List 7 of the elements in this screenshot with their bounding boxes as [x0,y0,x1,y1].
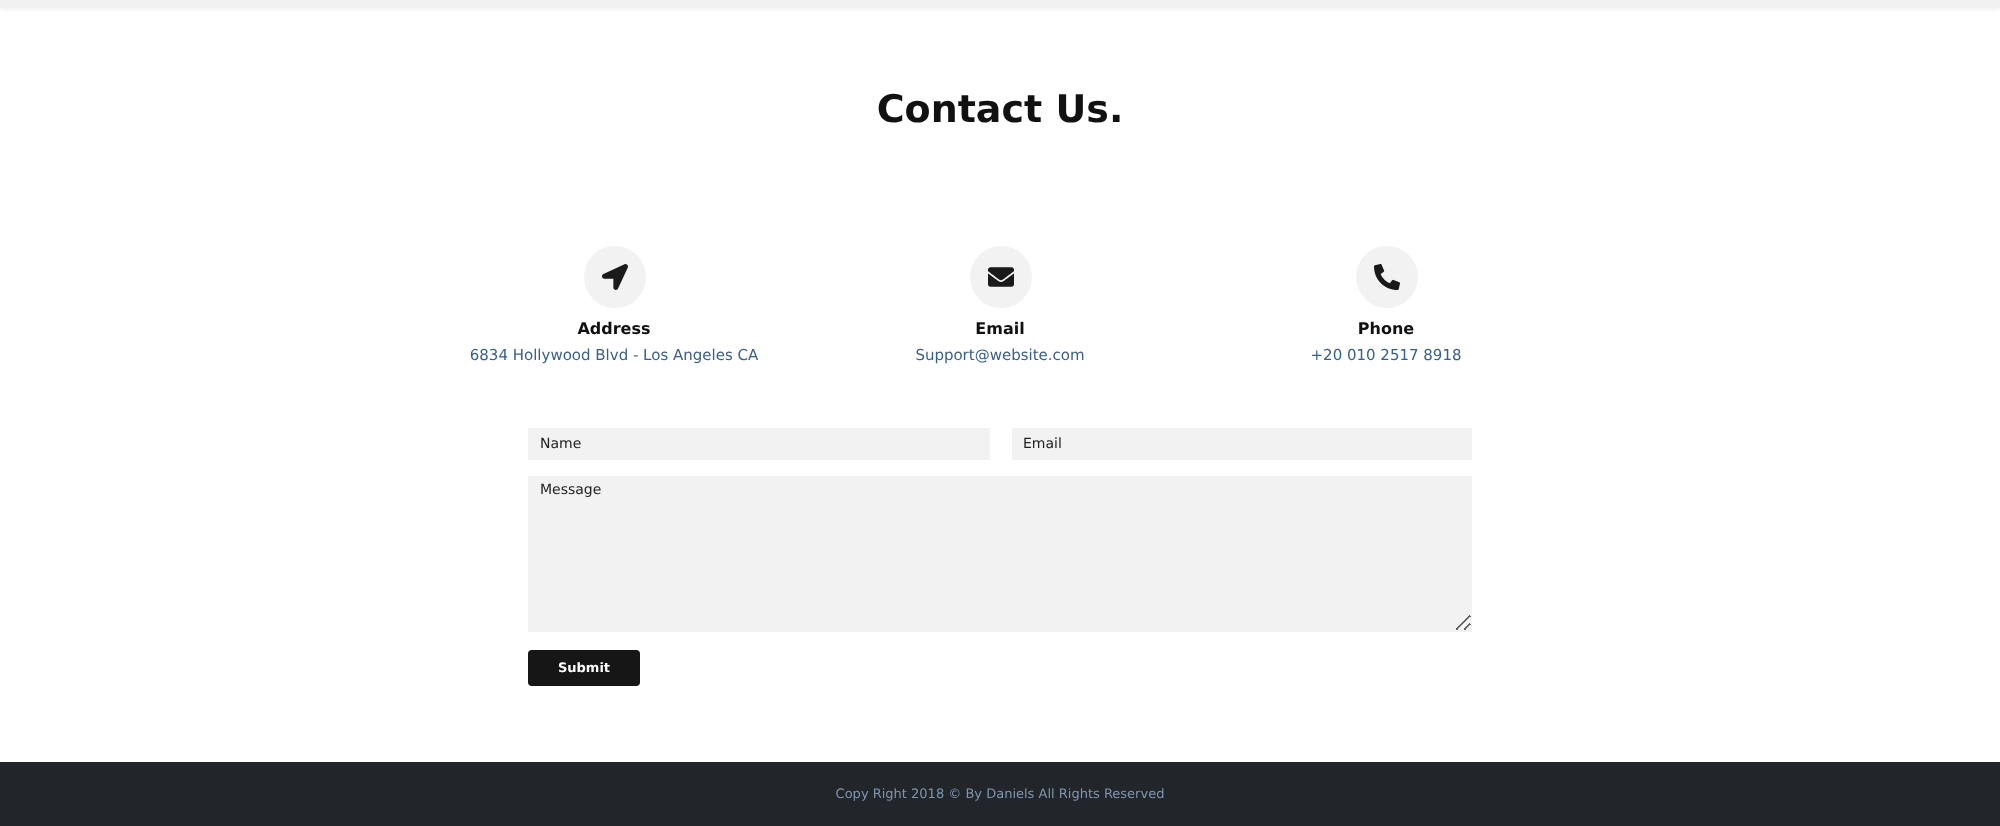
contact-label: Email [975,320,1025,338]
envelope-icon [987,264,1013,290]
contact-label: Phone [1357,320,1415,338]
location-arrow-icon [601,264,627,290]
phone-icon [1373,264,1399,290]
contact-label: Address [577,320,651,338]
page-title: Contact Us. [876,86,1124,136]
